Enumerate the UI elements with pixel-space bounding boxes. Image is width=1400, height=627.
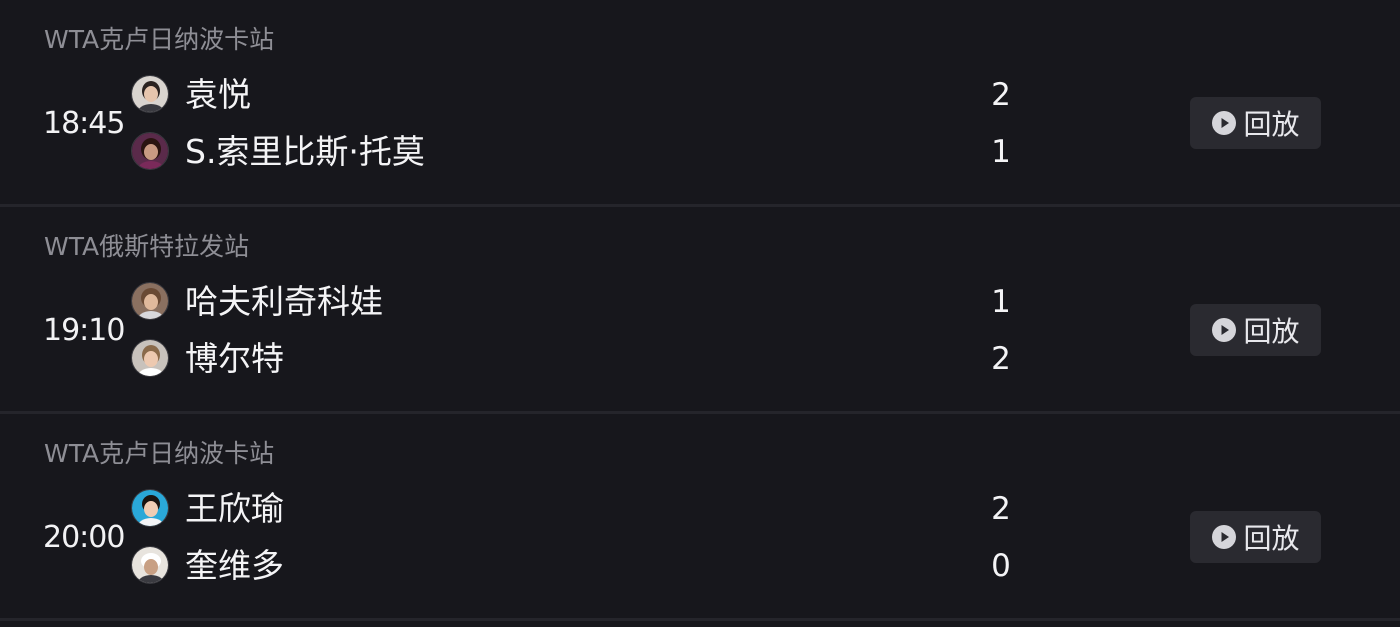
- player-row: 哈夫利奇科娃 1: [131, 282, 1031, 322]
- player-score: 1: [991, 284, 1011, 320]
- replay-button[interactable]: 回放: [1190, 511, 1321, 563]
- player-score: 2: [991, 341, 1011, 377]
- player-row: 王欣瑜 2: [131, 489, 1031, 529]
- match-time: 19:10: [43, 313, 125, 348]
- play-icon: [1212, 525, 1237, 549]
- player-row: 袁悦 2: [131, 75, 1031, 115]
- player-row: S.索里比斯·托莫 1: [131, 132, 1031, 172]
- replay-label: 回放: [1243, 315, 1300, 348]
- match-card[interactable]: WTA俄斯特拉发站 19:10 哈夫利奇科娃 1 博尔特 2 回放: [0, 207, 1400, 414]
- match-card[interactable]: WTA克卢日纳波卡站 18:45 袁悦 2 S.索里比斯·托莫 1 回放: [0, 0, 1400, 207]
- match-time: 20:00: [43, 520, 125, 555]
- player-score: 2: [991, 77, 1011, 113]
- play-icon: [1212, 111, 1237, 135]
- player-name: 袁悦: [185, 75, 251, 114]
- player-score: 1: [991, 134, 1011, 170]
- play-icon: [1212, 318, 1237, 342]
- player-score: 0: [991, 548, 1011, 584]
- player-name: 博尔特: [185, 339, 284, 378]
- player-row: 博尔特 2: [131, 339, 1031, 379]
- match-card[interactable]: WTA克卢日纳波卡站 20:00 王欣瑜 2 奎维多 0 回放: [0, 414, 1400, 621]
- replay-button[interactable]: 回放: [1190, 304, 1321, 356]
- replay-label: 回放: [1243, 108, 1300, 141]
- player-name: 哈夫利奇科娃: [185, 282, 383, 321]
- player-name: S.索里比斯·托莫: [185, 132, 425, 171]
- tournament-name: WTA俄斯特拉发站: [44, 232, 250, 261]
- player-avatar-icon: [131, 75, 169, 113]
- match-time: 18:45: [43, 106, 125, 141]
- match-list: WTA克卢日纳波卡站 18:45 袁悦 2 S.索里比斯·托莫 1 回放 WTA…: [0, 0, 1400, 627]
- player-row: 奎维多 0: [131, 546, 1031, 586]
- tournament-name: WTA克卢日纳波卡站: [44, 25, 275, 54]
- replay-button[interactable]: 回放: [1190, 97, 1321, 149]
- player-avatar-icon: [131, 132, 169, 170]
- player-name: 王欣瑜: [185, 489, 284, 528]
- tournament-name: WTA克卢日纳波卡站: [44, 439, 275, 468]
- player-avatar-icon: [131, 546, 169, 584]
- player-score: 2: [991, 491, 1011, 527]
- player-avatar-icon: [131, 489, 169, 527]
- player-avatar-icon: [131, 339, 169, 377]
- replay-label: 回放: [1243, 522, 1300, 555]
- player-avatar-icon: [131, 282, 169, 320]
- player-name: 奎维多: [185, 546, 284, 585]
